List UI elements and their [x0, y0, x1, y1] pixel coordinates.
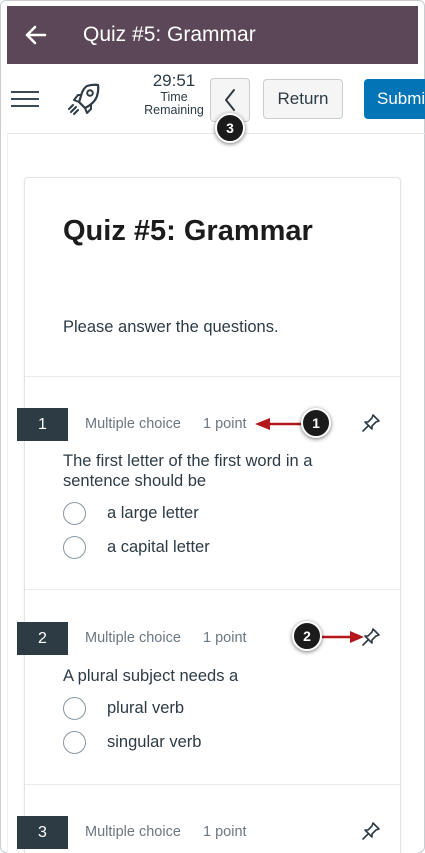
callout-badge-3: 3	[215, 113, 245, 143]
callout-badge-2: 2	[292, 621, 322, 651]
callout-badge-1: 1	[301, 408, 331, 438]
callout-arrows	[255, 418, 364, 643]
